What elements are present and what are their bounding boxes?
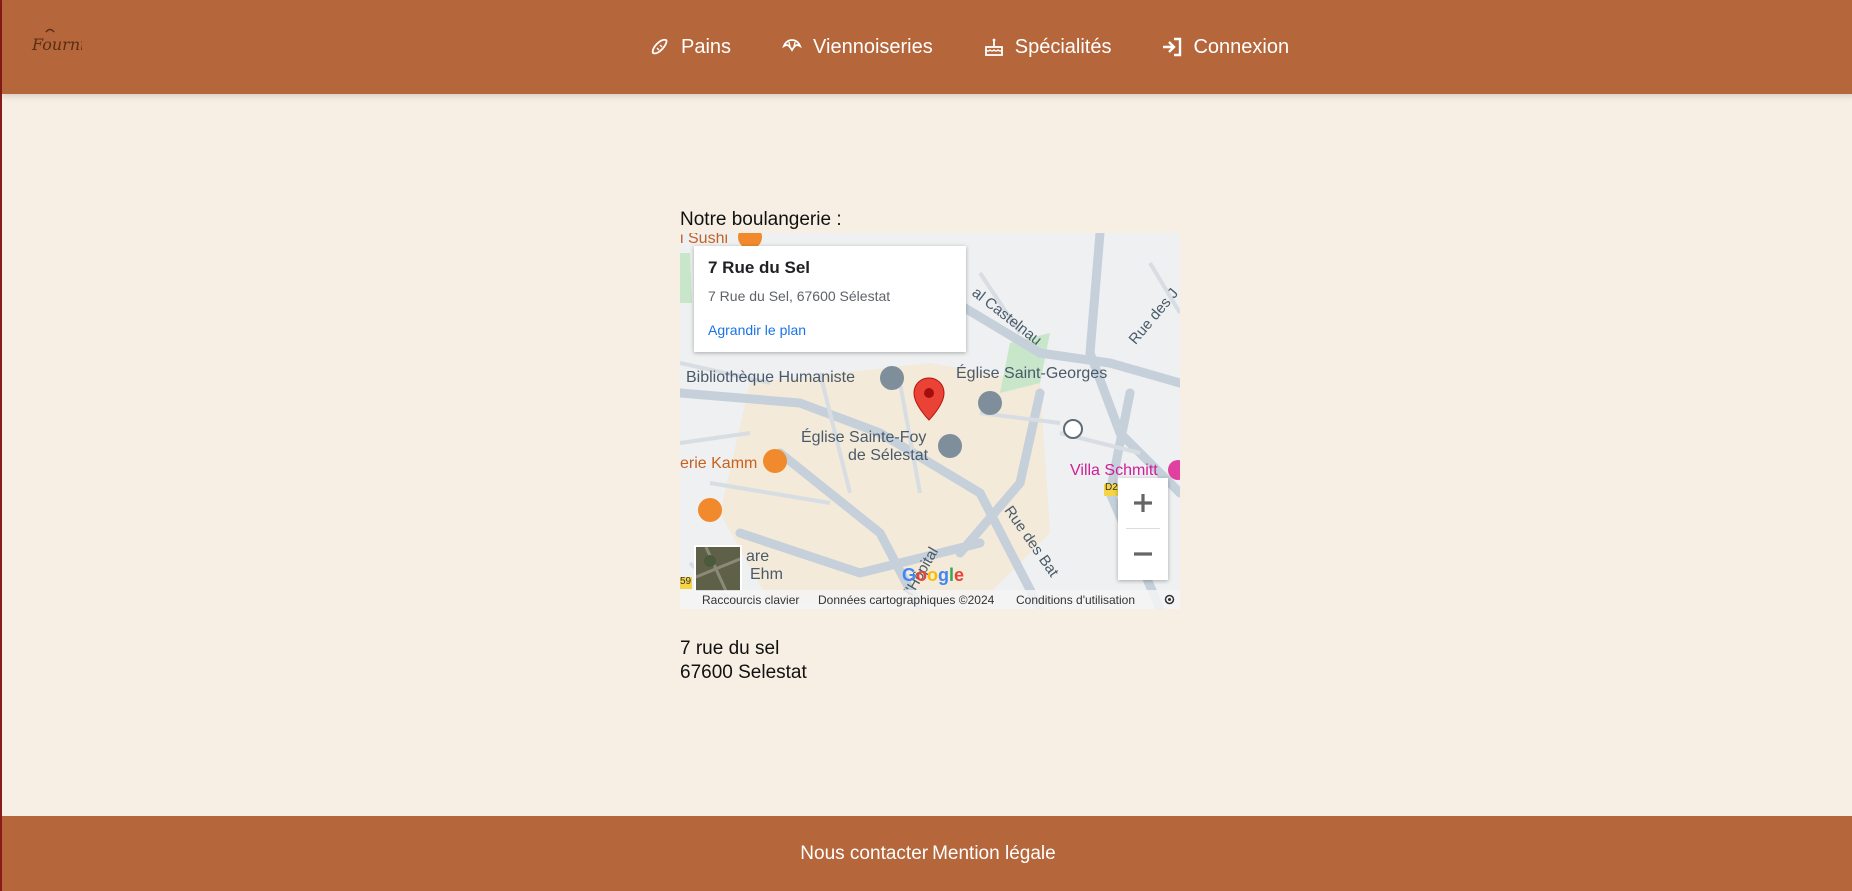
login-icon	[1163, 37, 1182, 57]
nav-pains[interactable]: Pains	[649, 36, 731, 59]
minus-icon	[1134, 552, 1152, 556]
map-label-sainte-foy-2: de Sélestat	[848, 447, 929, 464]
map-label-gare-1: are	[746, 548, 770, 565]
site-logo[interactable]: Fournil	[30, 26, 90, 60]
map-label-route-59: 59	[680, 576, 692, 587]
info-card-title: 7 Rue du Sel	[708, 258, 811, 277]
logo-icon: Fournil	[31, 28, 90, 54]
plus-icon	[1134, 494, 1152, 512]
satellite-toggle[interactable]	[694, 545, 742, 593]
nav-specialites[interactable]: Spécialités	[983, 35, 1112, 59]
nav-viennoiseries-label: Viennoiseries	[813, 35, 933, 58]
nav-specialites-label: Spécialités	[1014, 35, 1112, 58]
map-info-card: 7 Rue du Sel 7 Rue du Sel, 67600 Sélesta…	[694, 246, 966, 352]
nav-pains-label: Pains	[681, 35, 732, 58]
page-title: Notre boulangerie :	[680, 209, 842, 230]
report-map-icon[interactable]	[1164, 594, 1175, 605]
info-card-address: 7 Rue du Sel, 67600 Sélestat	[708, 288, 891, 304]
zoom-out-button[interactable]	[1118, 529, 1168, 579]
map-marker-icon[interactable]	[912, 376, 946, 422]
map-data-credit: Données cartographiques ©2024	[818, 593, 995, 607]
google-logo: Google	[902, 565, 965, 585]
legal-notice-link[interactable]: Mention légale	[932, 843, 1056, 865]
map-label-sainte-foy-1: Église Sainte-Foy	[801, 429, 927, 446]
enlarge-map-link[interactable]: Agrandir le plan	[708, 322, 952, 338]
svg-text:Fournil: Fournil	[31, 35, 82, 54]
map-label-bibliotheque: Bibliothèque Humaniste	[686, 369, 855, 386]
address-street: 7 rue du sel	[680, 638, 780, 659]
site-header: Fournil Pains Viennoiseries	[2, 0, 1852, 94]
zoom-controls	[1118, 478, 1168, 580]
map-attribution-bar: Raccourcis clavier Données cartographiqu…	[680, 590, 1180, 609]
bakery-address: 7 rue du sel 67600 Selestat	[680, 637, 807, 685]
contact-link[interactable]: Nous contacter	[800, 843, 928, 865]
croissant-icon	[782, 39, 802, 52]
nav-connexion-label: Connexion	[1193, 35, 1290, 58]
main-nav: Pains Viennoiseries Spécialités Connexio…	[649, 0, 1339, 94]
zoom-in-button[interactable]	[1118, 478, 1168, 528]
terms-link[interactable]: Conditions d'utilisation	[1016, 593, 1135, 607]
nav-connexion[interactable]: Connexion	[1161, 36, 1289, 59]
site-footer: Nous contacter Mention légale	[2, 816, 1852, 891]
nav-viennoiseries[interactable]: Viennoiseries	[781, 36, 933, 59]
satellite-thumbnail-icon	[695, 546, 741, 592]
map-label-gare-2: Ehm	[750, 566, 783, 583]
map-embed[interactable]: i Sushi al Castelnau Rue des J Bibliothè…	[680, 233, 1180, 609]
bread-icon	[651, 38, 668, 55]
map-label-kamm: erie Kamm	[680, 455, 758, 472]
map-label-saint-georges: Église Saint-Georges	[956, 365, 1108, 382]
map-label-route-d2: D2	[1105, 482, 1118, 493]
keyboard-shortcuts-link[interactable]: Raccourcis clavier	[702, 593, 799, 607]
address-city: 67600 Selestat	[680, 662, 807, 683]
cake-icon	[984, 38, 1003, 56]
